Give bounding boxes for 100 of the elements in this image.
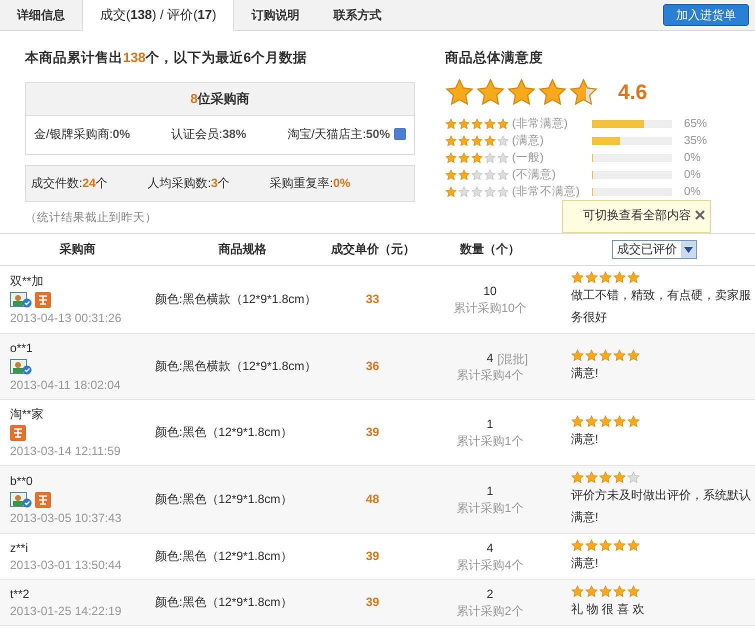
- star-icon: [585, 471, 598, 484]
- total-purchased: 累计采购2个: [456, 602, 524, 620]
- review-text: 满意!: [571, 431, 600, 448]
- star-icon: [627, 349, 640, 362]
- empty-star-icon: [497, 152, 509, 164]
- star-icon: [571, 585, 584, 598]
- empty-star-icon: [484, 186, 496, 198]
- tab[interactable]: 详细信息: [0, 0, 82, 30]
- rating-label: (不满意): [512, 168, 557, 183]
- quantity-text: 4: [486, 540, 494, 554]
- quantity-text: 1: [486, 484, 494, 498]
- buyer-name: t**2: [10, 586, 30, 603]
- empty-star-icon: [471, 186, 483, 198]
- price-text: 39: [330, 580, 415, 626]
- buyer-name: b**0: [10, 473, 34, 490]
- spec-text: 颜色:黑色（12*9*1.8cm）: [155, 466, 330, 534]
- rating-percent: 0%: [684, 184, 701, 200]
- total-purchased: 累计采购1个: [456, 432, 524, 450]
- star-icon: [599, 585, 612, 598]
- spec-text: 颜色:黑色（12*9*1.8cm）: [155, 580, 330, 626]
- star-icon: [476, 78, 505, 108]
- rating-label: (非常满意): [512, 116, 569, 132]
- star-icon: [445, 168, 457, 181]
- column-header: 商品规格: [155, 234, 330, 266]
- star-icon: [599, 271, 612, 284]
- quantity-text: 4: [486, 350, 494, 364]
- star-icon: [484, 118, 496, 130]
- empty-star-icon: [497, 186, 509, 198]
- star-icon: [571, 471, 584, 484]
- rating-label: (一般): [512, 150, 545, 166]
- star-icon: [613, 349, 626, 362]
- star-icon: [445, 186, 457, 198]
- rating-label: (满意): [512, 134, 545, 149]
- stat-label: 采购重复率:: [270, 176, 334, 190]
- stat-label: 淘宝/天猫店主:: [287, 127, 366, 142]
- quantity-text: 10: [483, 284, 497, 298]
- summary-heading: 本商品累计售出138个，以下为最近6个月数据: [25, 49, 308, 67]
- total-purchased: 累计采购4个: [456, 556, 524, 574]
- review-text: 做工不错，精致，有点硬，卖家服务很好: [571, 287, 751, 326]
- close-icon[interactable]: [695, 210, 705, 220]
- tab[interactable]: 成交(138) / 评价(17): [82, 0, 234, 31]
- help-icon[interactable]: [394, 128, 406, 140]
- stat-value: 24个: [82, 176, 108, 190]
- rating-percent: 0%: [684, 150, 701, 166]
- mixed-batch-label: [混批]: [497, 350, 528, 368]
- review-text: 满意!: [571, 365, 600, 382]
- total-purchased: 累计采购10个: [452, 300, 528, 316]
- star-icon: [484, 134, 496, 147]
- star-icon: [571, 271, 584, 284]
- tab[interactable]: 联系方式: [316, 0, 398, 30]
- stat-value: 0%: [112, 127, 130, 142]
- rating-title: 商品总体满意度: [445, 49, 544, 67]
- star-icon: [599, 415, 612, 428]
- star-icon: [571, 349, 584, 362]
- star-icon: [627, 415, 640, 428]
- total-purchased: 累计采购1个: [456, 500, 524, 516]
- star-icon: [627, 539, 640, 552]
- star-icon: [599, 471, 612, 484]
- star-icon: [471, 134, 483, 147]
- stats-note: （统计结果截止到昨天）: [25, 210, 158, 226]
- quantity-text: 1: [486, 416, 494, 430]
- star-icon: [458, 168, 470, 181]
- star-icon: [585, 585, 598, 598]
- tab[interactable]: 订购说明: [234, 0, 316, 30]
- trade-time: 2013-04-11 18:02:04: [10, 377, 122, 394]
- star-icon: [613, 539, 626, 552]
- empty-star-icon: [484, 168, 496, 181]
- star-icon: [613, 271, 626, 284]
- rating-percent: 0%: [684, 168, 701, 183]
- star-icon: [585, 271, 598, 284]
- empty-star-icon: [484, 152, 496, 164]
- star-icon: [627, 271, 640, 284]
- spec-text: 颜色:黑色横款（12*9*1.8cm）: [155, 334, 330, 400]
- buyers-title: 8位采购商: [26, 82, 414, 116]
- star-icon: [571, 415, 584, 428]
- filter-select[interactable]: 成交已评价: [612, 240, 697, 259]
- rating-percent: 35%: [684, 134, 708, 149]
- star-icon: [538, 78, 567, 108]
- star-icon: [585, 415, 598, 428]
- trade-time: 2013-03-01 13:50:44: [10, 557, 122, 574]
- star-icon: [445, 78, 474, 108]
- half-star-icon: [569, 78, 598, 108]
- add-to-cart-button[interactable]: 加入进货单: [663, 4, 749, 26]
- empty-star-icon: [471, 168, 483, 181]
- stat-value: 38%: [222, 127, 246, 142]
- star-icon: [627, 585, 640, 598]
- rating-label: (非常不满意): [512, 184, 581, 200]
- tooltip-text: 可切换查看全部内容: [583, 207, 691, 224]
- stat-value: 0%: [333, 176, 350, 190]
- trade-time: 2013-01-25 14:22:19: [10, 603, 122, 620]
- star-icon: [471, 118, 483, 130]
- star-icon: [445, 152, 457, 164]
- stat-value: 50%: [366, 127, 390, 142]
- price-text: 36: [330, 334, 415, 400]
- buyer-name: o**1: [10, 340, 34, 357]
- star-icon: [613, 585, 626, 598]
- rating-score: 4.6: [618, 80, 648, 106]
- buyer-name: 淘**家: [10, 406, 44, 423]
- star-icon: [571, 539, 584, 552]
- stat-label: 人均采购数:: [148, 176, 212, 190]
